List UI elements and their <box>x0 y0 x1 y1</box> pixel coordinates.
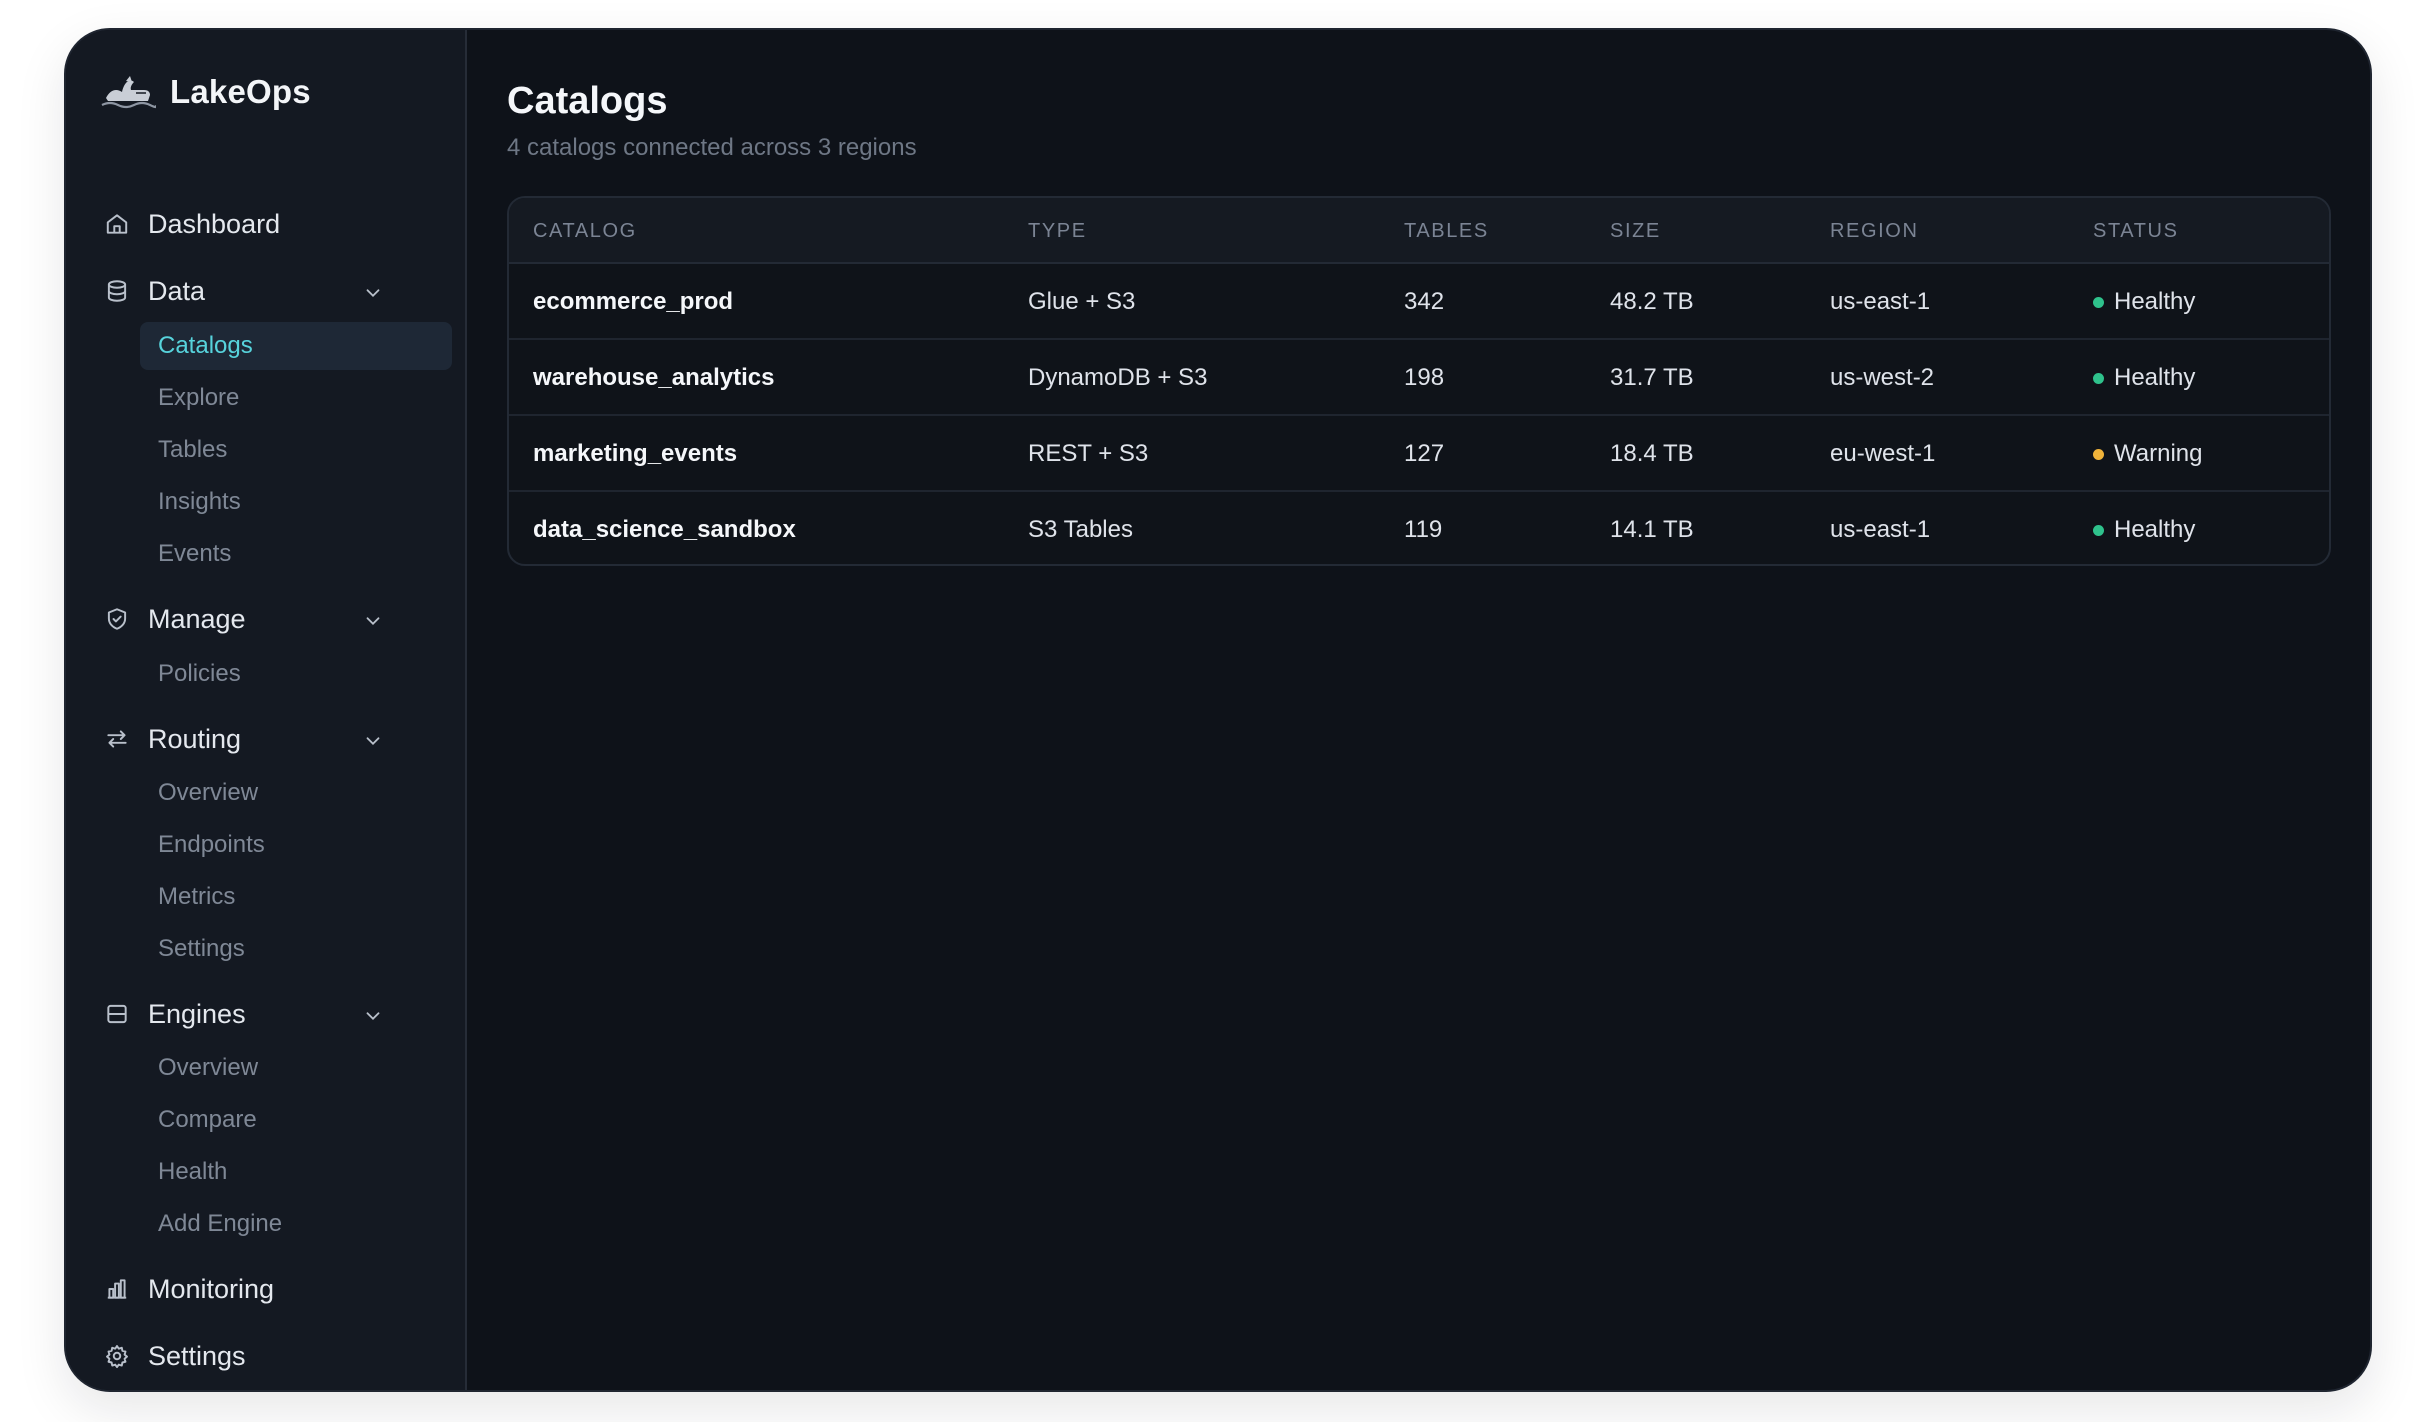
chevron-down-icon[interactable] <box>362 728 384 750</box>
sidebar-subitem-tables[interactable]: Tables <box>140 426 452 474</box>
status-dot-icon <box>2093 448 2104 460</box>
catalog-tables: 342 <box>1404 288 1445 315</box>
sidebar-subitem-compare[interactable]: Compare <box>140 1096 452 1144</box>
status-dot-icon <box>2093 524 2104 536</box>
catalog-region: eu-west-1 <box>1830 440 1936 467</box>
catalog-type: REST + S3 <box>1028 440 1149 467</box>
chevron-down-icon[interactable] <box>362 1003 384 1025</box>
swap-arrows-icon <box>104 726 130 752</box>
sidebar-subitem-explore[interactable]: Explore <box>140 374 452 422</box>
catalog-size: 18.4 TB <box>1610 440 1694 467</box>
sidebar-subitem-policies[interactable]: Policies <box>140 650 452 698</box>
catalog-region: us-west-2 <box>1830 364 1935 391</box>
status-dot-icon <box>2093 296 2104 308</box>
status-badge: Warning <box>2093 416 2202 492</box>
brand[interactable]: LakeOps <box>100 72 311 112</box>
status-badge: Healthy <box>2093 492 2196 564</box>
status-label: Healthy <box>2114 516 2196 543</box>
status-badge: Healthy <box>2093 340 2195 416</box>
sidebar-subitem-insights[interactable]: Insights <box>140 478 452 526</box>
catalog-name[interactable]: marketing_events <box>533 416 737 492</box>
table-row[interactable]: ecommerce_prod Glue + S3 342 48.2 TB us-… <box>509 264 2329 340</box>
sidebar-subitem-engines-overview[interactable]: Overview <box>140 1044 452 1092</box>
catalog-size: 48.2 TB <box>1610 288 1694 315</box>
home-icon <box>104 211 130 237</box>
chevron-down-icon[interactable] <box>362 280 384 302</box>
app-name: LakeOps <box>170 73 311 110</box>
sidebar-item-label: Settings <box>148 1340 246 1371</box>
status-dot-icon <box>2093 372 2104 384</box>
catalog-name[interactable]: data_science_sandbox <box>533 492 796 564</box>
main-content: Catalogs 4 catalogs connected across 3 r… <box>467 30 2370 1390</box>
sidebar-item-label: Routing <box>148 723 242 754</box>
sidebar-subitem-catalogs[interactable]: Catalogs <box>140 322 452 370</box>
database-icon <box>104 278 130 304</box>
sidebar-subitem-metrics[interactable]: Metrics <box>140 873 452 921</box>
chevron-down-icon[interactable] <box>362 608 384 630</box>
server-icon <box>104 1001 130 1027</box>
column-header-status[interactable]: STATUS <box>2093 198 2179 264</box>
sidebar-item-label: Engines <box>148 998 246 1029</box>
sidebar-item-routing[interactable]: Routing <box>104 711 424 767</box>
sidebar-item-engines[interactable]: Engines <box>104 986 424 1042</box>
status-label: Healthy <box>2114 364 2196 391</box>
catalog-region: us-east-1 <box>1830 516 1931 543</box>
sidebar-item-dashboard[interactable]: Dashboard <box>104 196 424 252</box>
shield-icon <box>104 606 130 632</box>
catalog-tables: 127 <box>1404 440 1445 467</box>
lakeops-logo-icon <box>101 76 156 109</box>
sidebar-item-monitoring[interactable]: Monitoring <box>104 1261 424 1317</box>
sidebar-item-settings[interactable]: Settings <box>104 1328 424 1384</box>
column-header-tables[interactable]: TABLES <box>1404 198 1489 264</box>
table-row[interactable]: marketing_events REST + S3 127 18.4 TB e… <box>509 416 2329 492</box>
sidebar-subitem-add-engine[interactable]: Add Engine <box>140 1200 452 1248</box>
table-header: CATALOG TYPE TABLES SIZE REGION STATUS <box>509 198 2329 264</box>
column-header-type[interactable]: TYPE <box>1028 198 1087 264</box>
catalog-tables: 198 <box>1404 364 1445 391</box>
catalog-name[interactable]: ecommerce_prod <box>533 264 733 340</box>
status-label: Warning <box>2114 440 2203 467</box>
catalog-region: us-east-1 <box>1830 288 1931 315</box>
catalog-name[interactable]: warehouse_analytics <box>533 340 774 416</box>
status-label: Healthy <box>2114 288 2196 315</box>
catalog-type: S3 Tables <box>1028 516 1133 543</box>
sidebar-subitem-health[interactable]: Health <box>140 1148 452 1196</box>
sidebar-subitem-events[interactable]: Events <box>140 530 452 578</box>
sidebar-item-label: Monitoring <box>148 1273 275 1304</box>
status-badge: Healthy <box>2093 264 2195 340</box>
app-window: LakeOps Dashboard Data Catalogs Explore … <box>64 28 2372 1392</box>
page-subtitle: 4 catalogs connected across 3 regions <box>507 134 917 161</box>
catalog-type: Glue + S3 <box>1028 288 1136 315</box>
page-title: Catalogs <box>507 80 668 122</box>
catalog-size: 14.1 TB <box>1610 516 1694 543</box>
sidebar-item-label: Dashboard <box>148 208 281 239</box>
sidebar-item-label: Data <box>148 275 206 306</box>
catalog-size: 31.7 TB <box>1610 364 1694 391</box>
sidebar-item-data[interactable]: Data <box>104 263 424 319</box>
column-header-catalog[interactable]: CATALOG <box>533 198 637 264</box>
gear-icon <box>104 1343 130 1369</box>
sidebar-subitem-routing-settings[interactable]: Settings <box>140 925 452 973</box>
sidebar: LakeOps Dashboard Data Catalogs Explore … <box>66 30 467 1390</box>
catalogs-table: CATALOG TYPE TABLES SIZE REGION STATUS e… <box>507 196 2331 566</box>
sidebar-subitem-endpoints[interactable]: Endpoints <box>140 821 452 869</box>
sidebar-item-manage[interactable]: Manage <box>104 591 424 647</box>
bar-chart-icon <box>104 1276 130 1302</box>
table-row[interactable]: warehouse_analytics DynamoDB + S3 198 31… <box>509 340 2329 416</box>
catalog-type: DynamoDB + S3 <box>1028 364 1208 391</box>
catalog-tables: 119 <box>1404 516 1443 543</box>
column-header-region[interactable]: REGION <box>1830 198 1919 264</box>
table-row[interactable]: data_science_sandbox S3 Tables 119 14.1 … <box>509 492 2329 564</box>
sidebar-subitem-routing-overview[interactable]: Overview <box>140 769 452 817</box>
column-header-size[interactable]: SIZE <box>1610 198 1661 264</box>
sidebar-item-label: Manage <box>148 603 246 634</box>
